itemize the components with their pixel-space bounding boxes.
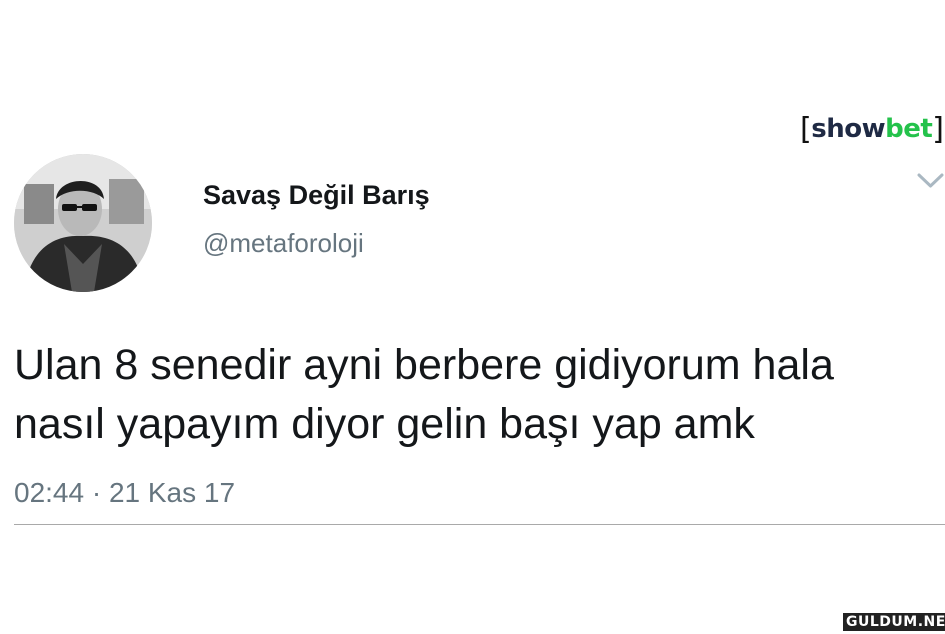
showbet-logo: [ show bet ] (800, 111, 944, 147)
logo-text-show: show (811, 114, 886, 144)
tweet-text: Ulan 8 senedir ayni berbere gidiyorum ha… (14, 336, 939, 454)
tweet-timestamp[interactable]: 02:44 · 21 Kas 17 (14, 477, 235, 509)
tweet-text-line: Ulan 8 senedir ayni berbere gidiyorum ha… (14, 341, 834, 389)
logo-bracket-right: ] (932, 111, 944, 147)
divider (14, 524, 945, 525)
avatar-photo (14, 154, 152, 292)
tweet-text-line: nasıl yapayım diyor gelin başı yap amk (14, 400, 755, 448)
chevron-down-icon[interactable] (916, 170, 945, 192)
watermark: GULDUM.NET (843, 613, 945, 631)
avatar[interactable] (14, 154, 152, 292)
logo-text-bet: bet (885, 114, 933, 144)
logo-bracket-left: [ (800, 111, 812, 147)
tweet-screenshot: Savaş Değil Barış @metaforoloji Ulan 8 s… (0, 0, 945, 634)
user-handle[interactable]: @metaforoloji (203, 228, 364, 259)
display-name[interactable]: Savaş Değil Barış (203, 180, 430, 211)
